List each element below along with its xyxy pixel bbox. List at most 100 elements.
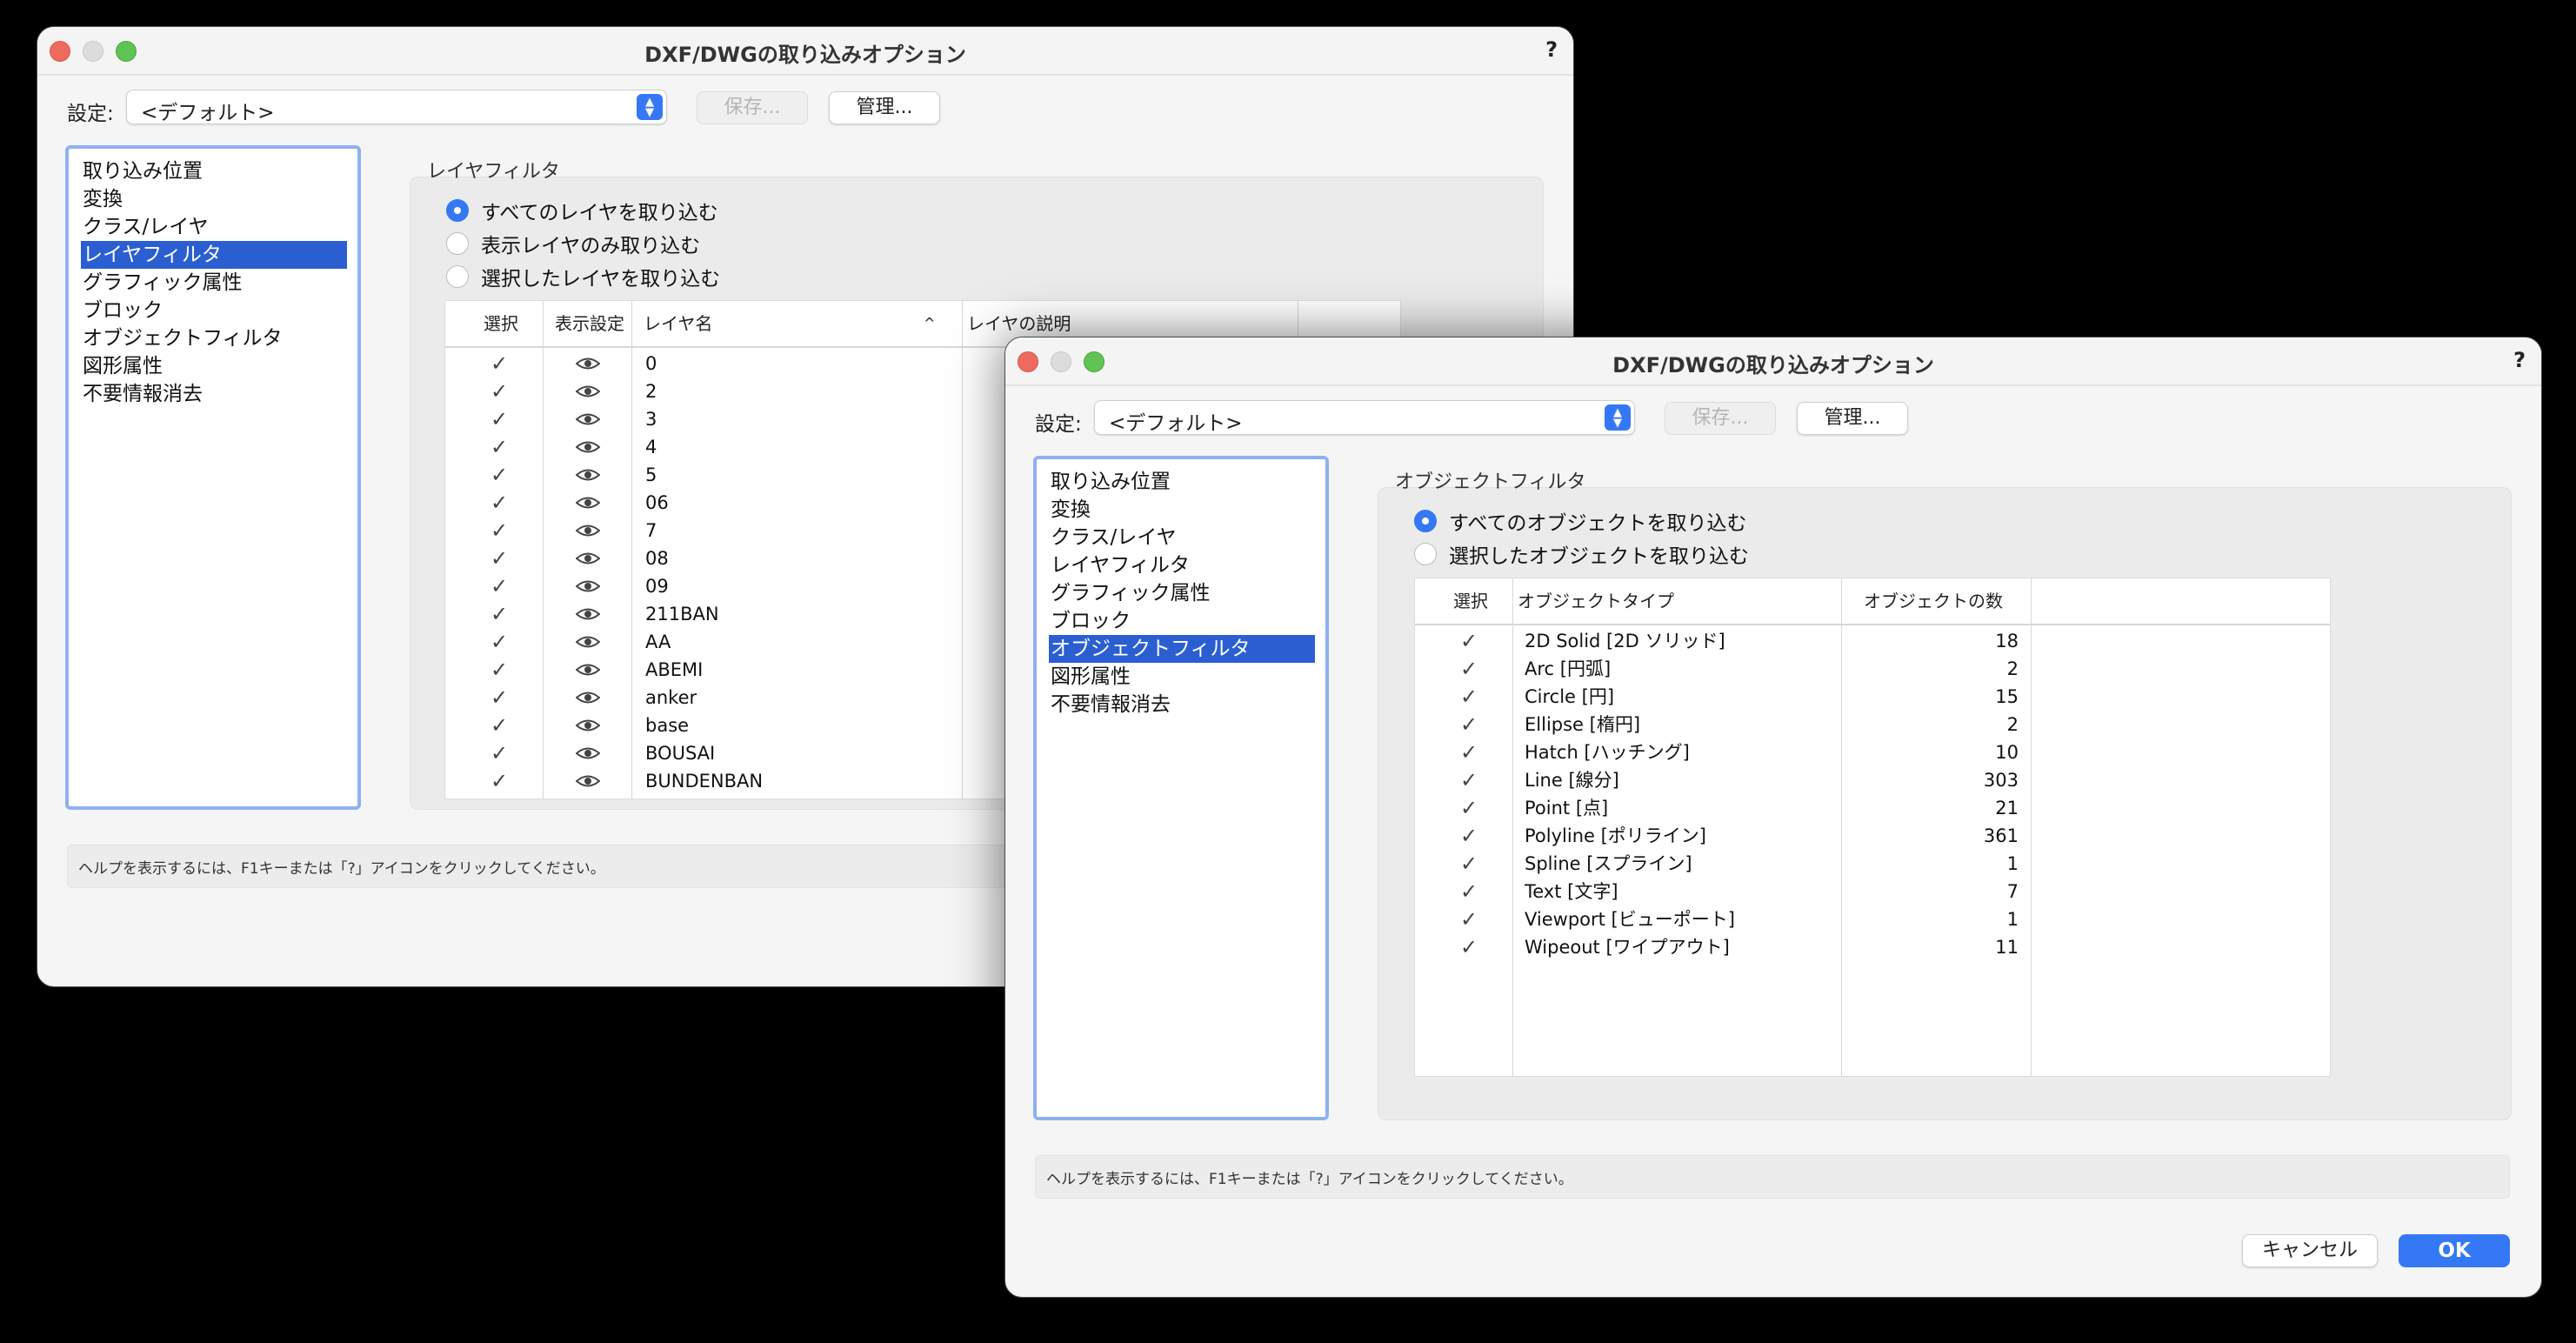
- category-item[interactable]: 不要情報消去: [1049, 691, 1315, 718]
- category-item[interactable]: レイヤフィルタ: [1049, 551, 1315, 579]
- col-header-select[interactable]: 選択: [484, 301, 518, 346]
- checkmark-icon[interactable]: ✓: [491, 489, 508, 517]
- checkmark-icon[interactable]: ✓: [491, 712, 508, 739]
- checkmark-icon[interactable]: ✓: [1460, 933, 1478, 961]
- title-bar[interactable]: DXF/DWGの取り込みオプション ?: [1005, 337, 2541, 386]
- col-header-visibility[interactable]: 表示設定: [555, 301, 624, 346]
- checkmark-icon[interactable]: ✓: [491, 600, 508, 628]
- checkmark-icon[interactable]: ✓: [491, 350, 508, 378]
- radio-button[interactable]: [446, 265, 469, 288]
- table-row[interactable]: ✓ Wipeout [ワイプアウト] 11: [1415, 933, 2330, 961]
- checkmark-icon[interactable]: ✓: [1460, 905, 1478, 933]
- eye-icon[interactable]: [575, 384, 601, 398]
- radio-button[interactable]: [446, 232, 469, 255]
- col-header-object-count[interactable]: オブジェクトの数: [1864, 578, 2003, 624]
- eye-icon[interactable]: [575, 579, 601, 593]
- table-row[interactable]: ✓ Line [線分] 303: [1415, 766, 2330, 794]
- settings-select[interactable]: <デフォルト> ▲ ▼: [126, 90, 667, 124]
- category-item[interactable]: クラス/レイヤ: [81, 213, 347, 241]
- table-row[interactable]: ✓ Circle [円] 15: [1415, 683, 2330, 711]
- checkmark-icon[interactable]: ✓: [491, 572, 508, 600]
- checkmark-icon[interactable]: ✓: [1460, 794, 1478, 822]
- checkmark-icon[interactable]: ✓: [491, 628, 508, 656]
- eye-icon[interactable]: [575, 691, 601, 705]
- category-item[interactable]: オブジェクトフィルタ: [1049, 635, 1315, 663]
- category-item[interactable]: 取り込み位置: [81, 157, 347, 185]
- save-button[interactable]: 保存...: [1665, 402, 1776, 435]
- checkmark-icon[interactable]: ✓: [1460, 766, 1478, 794]
- radio-option[interactable]: すべてのオブジェクトを取り込む: [1414, 508, 1746, 535]
- checkmark-icon[interactable]: ✓: [491, 433, 508, 461]
- radio-option[interactable]: すべてのレイヤを取り込む: [446, 197, 718, 224]
- table-row[interactable]: ✓ Ellipse [楕円] 2: [1415, 711, 2330, 738]
- category-item[interactable]: 取り込み位置: [1049, 468, 1315, 496]
- save-button[interactable]: 保存...: [697, 91, 808, 124]
- col-header-layer-name[interactable]: レイヤ名: [644, 301, 712, 346]
- category-item[interactable]: グラフィック属性: [81, 269, 347, 297]
- settings-select[interactable]: <デフォルト> ▲ ▼: [1094, 400, 1635, 435]
- help-icon[interactable]: ?: [2513, 348, 2526, 372]
- checkmark-icon[interactable]: ✓: [491, 378, 508, 405]
- table-row[interactable]: ✓ Polyline [ポリライン] 361: [1415, 822, 2330, 850]
- table-row[interactable]: ✓ Text [文字] 7: [1415, 878, 2330, 905]
- ok-button[interactable]: OK: [2399, 1234, 2510, 1267]
- manage-button[interactable]: 管理...: [829, 91, 940, 124]
- eye-icon[interactable]: [575, 746, 601, 760]
- category-item[interactable]: ブロック: [81, 297, 347, 324]
- checkmark-icon[interactable]: ✓: [1460, 683, 1478, 711]
- eye-icon[interactable]: [575, 635, 601, 649]
- checkmark-icon[interactable]: ✓: [1460, 711, 1478, 738]
- eye-icon[interactable]: [575, 774, 601, 788]
- checkmark-icon[interactable]: ✓: [491, 656, 508, 684]
- checkmark-icon[interactable]: ✓: [1460, 627, 1478, 655]
- category-item[interactable]: 図形属性: [1049, 663, 1315, 691]
- category-item[interactable]: ブロック: [1049, 607, 1315, 635]
- category-item[interactable]: 不要情報消去: [81, 380, 347, 408]
- eye-icon[interactable]: [575, 607, 601, 621]
- radio-option[interactable]: 選択したレイヤを取り込む: [446, 264, 720, 291]
- table-row[interactable]: ✓ Hatch [ハッチング] 10: [1415, 738, 2330, 766]
- checkmark-icon[interactable]: ✓: [491, 461, 508, 489]
- category-item[interactable]: 変換: [81, 185, 347, 213]
- manage-button[interactable]: 管理...: [1797, 402, 1908, 435]
- radio-button[interactable]: [1414, 510, 1437, 532]
- checkmark-icon[interactable]: ✓: [491, 684, 508, 712]
- checkmark-icon[interactable]: ✓: [491, 405, 508, 433]
- col-header-object-type[interactable]: オブジェクトタイプ: [1518, 578, 1674, 624]
- checkmark-icon[interactable]: ✓: [491, 767, 508, 795]
- eye-icon[interactable]: [575, 551, 601, 565]
- table-row[interactable]: ✓ Viewport [ビューポート] 1: [1415, 905, 2330, 933]
- eye-icon[interactable]: [575, 357, 601, 371]
- checkmark-icon[interactable]: ✓: [1460, 738, 1478, 766]
- category-item[interactable]: クラス/レイヤ: [1049, 524, 1315, 551]
- checkmark-icon[interactable]: ✓: [491, 517, 508, 545]
- table-row[interactable]: ✓ Spline [スプライン] 1: [1415, 850, 2330, 878]
- checkmark-icon[interactable]: ✓: [1460, 822, 1478, 850]
- table-row[interactable]: ✓ 2D Solid [2D ソリッド] 18: [1415, 627, 2330, 655]
- help-icon[interactable]: ?: [1545, 37, 1558, 62]
- checkmark-icon[interactable]: ✓: [491, 739, 508, 767]
- eye-icon[interactable]: [575, 524, 601, 538]
- table-row[interactable]: ✓ Arc [円弧] 2: [1415, 655, 2330, 683]
- category-item[interactable]: 変換: [1049, 496, 1315, 524]
- eye-icon[interactable]: [575, 718, 601, 732]
- category-item[interactable]: 図形属性: [81, 352, 347, 380]
- radio-option[interactable]: 選択したオブジェクトを取り込む: [1414, 541, 1749, 568]
- radio-button[interactable]: [446, 199, 469, 222]
- eye-icon[interactable]: [575, 496, 601, 510]
- checkmark-icon[interactable]: ✓: [1460, 850, 1478, 878]
- eye-icon[interactable]: [575, 440, 601, 454]
- radio-option[interactable]: 表示レイヤのみ取り込む: [446, 231, 700, 257]
- cancel-button[interactable]: キャンセル: [2242, 1234, 2378, 1267]
- eye-icon[interactable]: [575, 663, 601, 677]
- checkmark-icon[interactable]: ✓: [1460, 655, 1478, 683]
- category-item[interactable]: レイヤフィルタ: [81, 241, 347, 269]
- col-header-select[interactable]: 選択: [1453, 578, 1488, 624]
- category-item[interactable]: グラフィック属性: [1049, 579, 1315, 607]
- table-row[interactable]: ✓ Point [点] 21: [1415, 794, 2330, 822]
- eye-icon[interactable]: [575, 412, 601, 426]
- category-item[interactable]: オブジェクトフィルタ: [81, 324, 347, 352]
- checkmark-icon[interactable]: ✓: [1460, 878, 1478, 905]
- checkmark-icon[interactable]: ✓: [491, 545, 508, 572]
- radio-button[interactable]: [1414, 543, 1437, 565]
